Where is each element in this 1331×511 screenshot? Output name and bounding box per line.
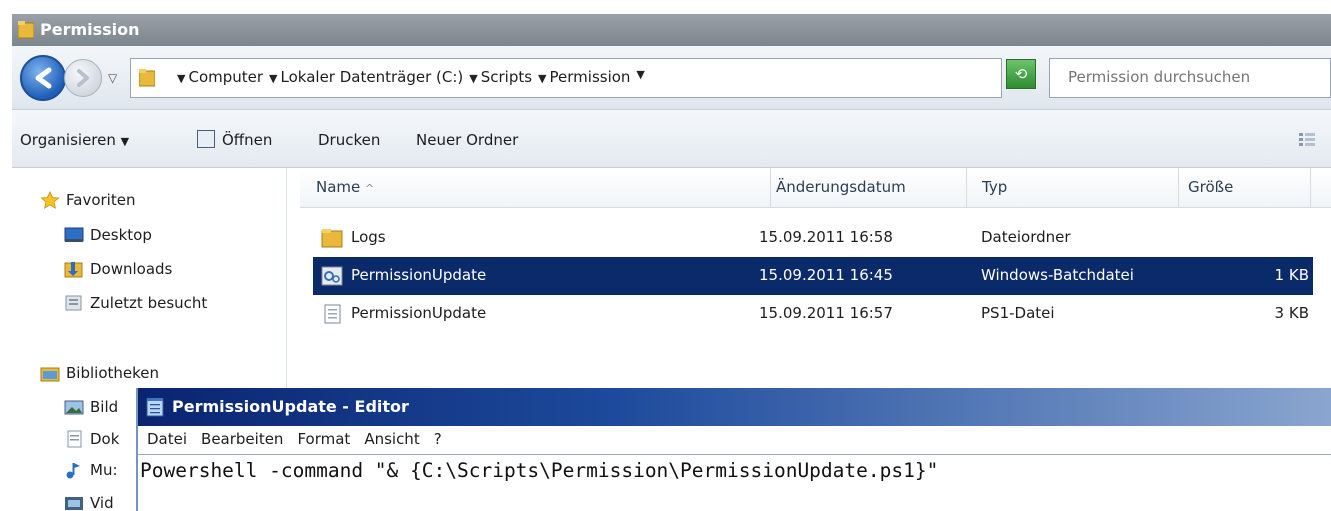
sidebar-item-label: Zuletzt besucht [90,294,208,312]
organize-button[interactable]: Organisieren ▼ [20,131,129,149]
file-row[interactable]: PermissionUpdate 15.09.2011 16:57 PS1-Da… [313,295,1313,333]
arrow-right-icon [77,69,89,87]
breadcrumb-items: ▼ Computer ▼ Lokaler Datenträger (C:) ▼ Scr… [177,68,648,86]
file-name: Logs [351,228,386,246]
search-input[interactable] [1068,68,1328,86]
explorer-titlebar[interactable]: Permission [12,14,1331,46]
column-divider[interactable] [1178,168,1179,208]
refresh-icon: ⟲ [1014,65,1028,83]
sidebar-item-label: Bibliotheken [66,364,159,382]
open-button[interactable]: Öffnen [222,131,272,149]
sidebar-item-label: Bild [90,398,119,416]
pictures-icon [64,400,84,415]
sidebar-item-recent[interactable]: Zuletzt besucht [64,294,207,312]
file-modified: 15.09.2011 16:57 [759,304,893,322]
view-options-icon[interactable] [1298,132,1316,148]
forward-button[interactable] [64,59,102,97]
column-divider[interactable] [966,168,967,208]
folder-icon [139,69,155,87]
breadcrumb-item-drive[interactable]: ▼ Lokaler Datenträger (C:) [269,68,463,86]
music-icon [66,463,80,479]
column-divider[interactable] [770,168,771,208]
star-icon [40,191,60,209]
sidebar-item-libraries[interactable]: Bibliotheken [40,364,159,382]
file-modified: 15.09.2011 16:58 [759,228,893,246]
sort-ascending-icon: ^ [365,182,375,195]
recent-pages-dropdown[interactable]: ▽ [108,71,122,85]
top-edge [0,0,1331,14]
sidebar-item-desktop[interactable]: Desktop [64,226,152,244]
column-header-type[interactable]: Typ [982,178,1007,196]
editor-title: PermissionUpdate - Editor [172,397,409,416]
editor-titlebar[interactable]: PermissionUpdate - Editor [138,388,1331,426]
libraries-icon [40,367,60,382]
menu-item-format[interactable]: Format [297,430,350,454]
file-name: PermissionUpdate [351,304,487,322]
sidebar-item-pictures[interactable]: Bild [64,398,118,416]
editor-window: PermissionUpdate - Editor Datei Bearbeit… [136,388,1331,511]
sidebar-item-documents[interactable]: Dok [64,430,119,448]
sidebar-item-label: Mu: [90,461,118,479]
videos-icon [65,497,83,510]
arrow-left-icon [35,67,52,89]
file-row[interactable]: Logs 15.09.2011 16:58 Dateiordner [313,219,1313,257]
menu-item-edit[interactable]: Bearbeiten [201,430,283,454]
notepad-icon [146,398,164,417]
sidebar-item-favorites[interactable]: Favoriten [40,191,135,209]
explorer-title: Permission [40,20,140,39]
editor-text-area[interactable]: Powershell -command "& {C:\Scripts\Permi… [138,454,1331,511]
sidebar-item-label: Vid [90,494,114,511]
editor-menubar: Datei Bearbeiten Format Ansicht ? [138,426,1331,454]
column-header-size[interactable]: Größe [1188,178,1233,196]
sidebar-item-label: Favoriten [66,191,136,209]
breadcrumb-item-computer[interactable]: ▼ Computer [177,68,263,86]
batch-file-icon [321,266,343,286]
file-row-selected[interactable]: PermissionUpdate 15.09.2011 16:45 Window… [313,257,1313,295]
chevron-down-icon[interactable]: ▼ [636,68,644,86]
documents-icon [67,430,82,448]
text-file-icon [324,304,341,324]
sidebar-item-label: Desktop [90,226,152,244]
print-button[interactable]: Drucken [318,131,380,149]
file-modified: 15.09.2011 16:45 [759,266,893,284]
column-divider[interactable] [1310,168,1311,208]
file-size: 3 KB [1274,304,1309,322]
menu-item-help[interactable]: ? [434,430,442,454]
sidebar-item-label: Downloads [90,260,173,278]
open-icon [197,130,215,148]
downloads-icon [64,262,83,278]
back-button[interactable] [20,55,66,101]
sidebar-item-videos[interactable]: Vid [64,494,114,511]
column-header-row: Name ^ Änderungsdatum Typ Größe [300,168,1331,208]
column-header-name[interactable]: Name ^ [316,178,374,196]
column-header-modified[interactable]: Änderungsdatum [776,178,906,196]
recent-places-icon [65,295,82,311]
file-type: Windows-Batchdatei [981,266,1134,284]
desktop-icon [64,227,84,242]
file-type: Dateiordner [981,228,1071,246]
breadcrumb[interactable]: ▼ Computer ▼ Lokaler Datenträger (C:) ▼ Scr… [130,58,1099,98]
file-name: PermissionUpdate [351,266,487,284]
sidebar-item-music[interactable]: Mu: [64,461,118,479]
file-size: 1 KB [1274,266,1309,284]
menu-item-view[interactable]: Ansicht [364,430,419,454]
menu-item-file[interactable]: Datei [147,430,187,454]
folder-icon [321,229,343,248]
folder-icon [18,21,34,39]
sidebar-item-label: Dok [90,430,120,448]
sidebar-item-downloads[interactable]: Downloads [64,260,172,278]
refresh-button[interactable]: ⟲ [1006,59,1036,89]
address-bar: ▽ ▼ Computer ▼ Lokaler Datenträger (C:) ▼ S… [12,46,1331,110]
search-field[interactable] [1049,58,1331,98]
command-bar: Organisieren ▼ Öffnen Drucken Neuer Ordn… [12,110,1331,168]
file-type: PS1-Datei [981,304,1055,322]
new-folder-button[interactable]: Neuer Ordner [416,131,518,149]
breadcrumb-item-permission[interactable]: ▼ Permission [538,68,630,86]
breadcrumb-item-scripts[interactable]: ▼ Scripts [469,68,532,86]
